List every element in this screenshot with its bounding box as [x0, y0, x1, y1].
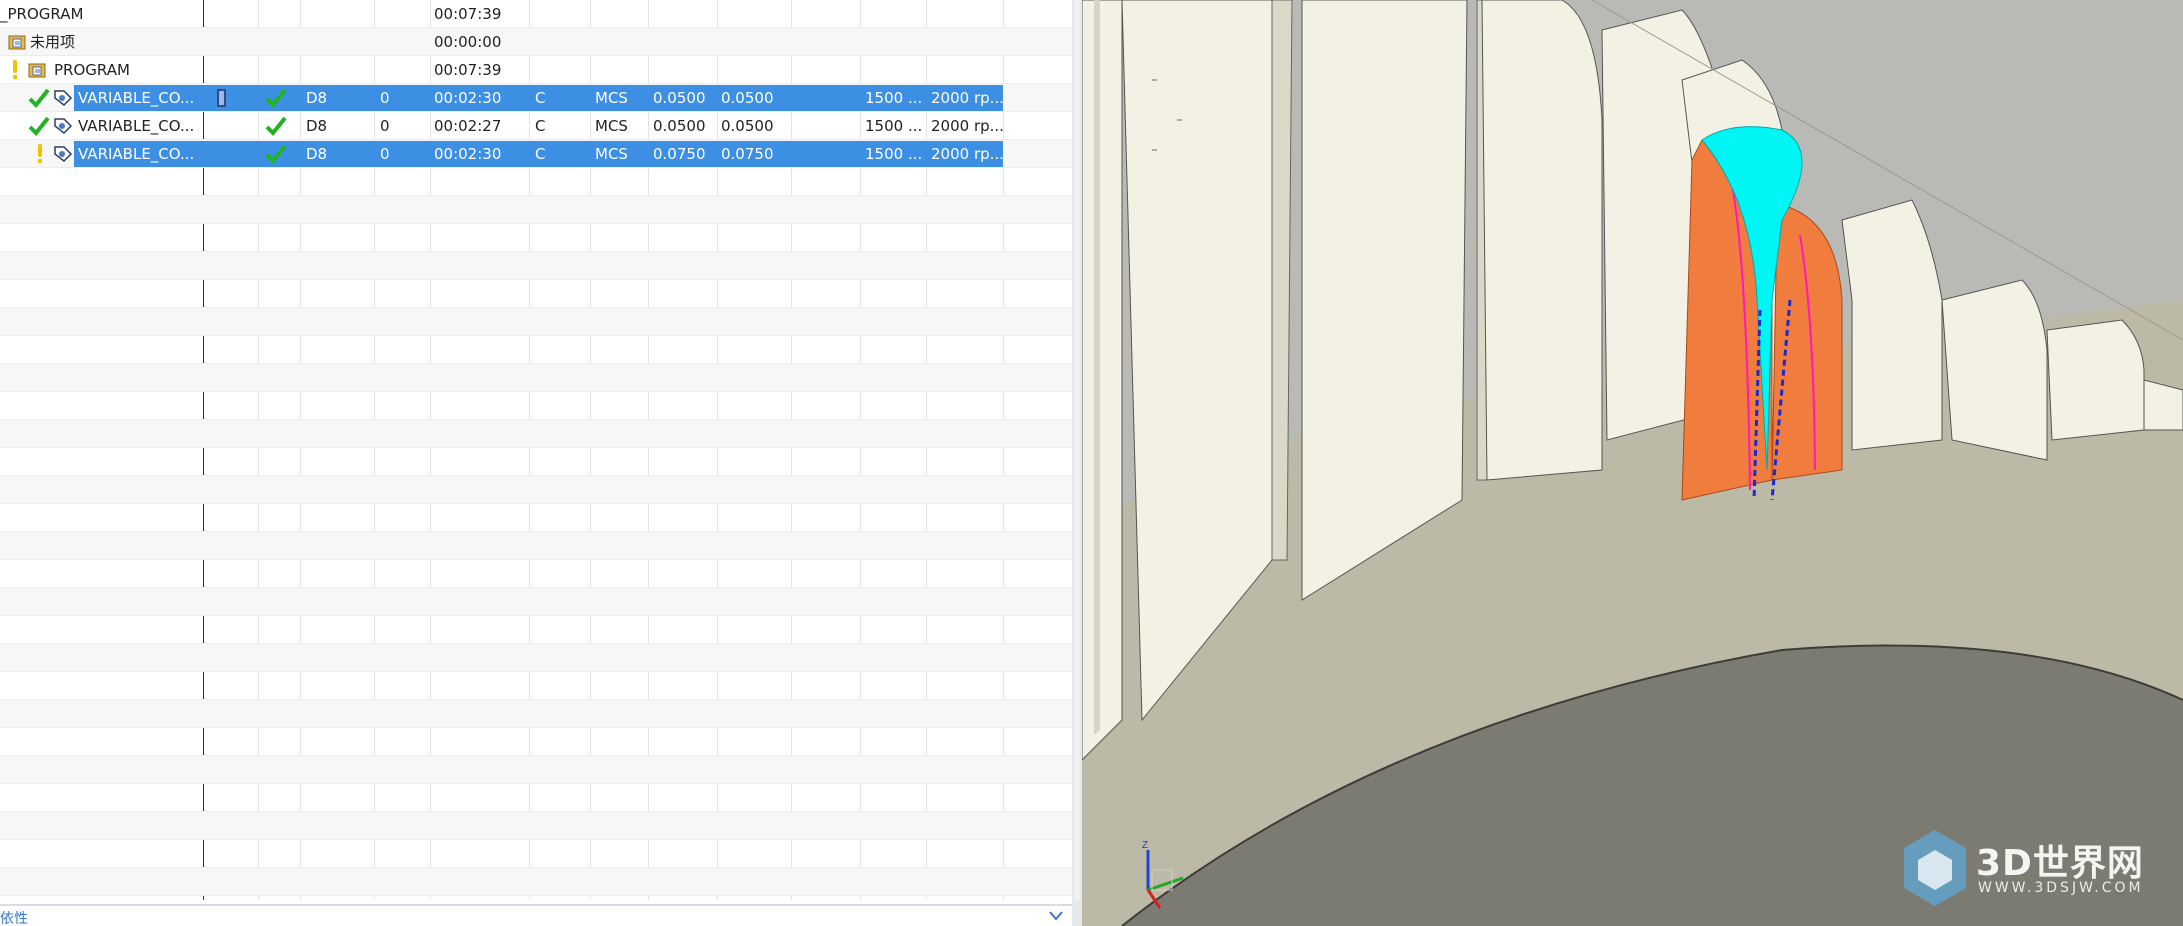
empty-row — [0, 588, 1072, 616]
check-icon — [265, 115, 287, 141]
empty-row — [0, 560, 1072, 588]
row-speed: 2000 rp... — [931, 89, 1004, 107]
tree-row-unused-items[interactable]: 未用项 00:00:00 — [0, 28, 1072, 56]
row-time: 00:02:27 — [434, 117, 502, 135]
row-tool: D8 — [306, 117, 328, 135]
row-stock1: 0.0750 — [653, 145, 706, 163]
empty-row — [0, 168, 1072, 196]
watermark-brand: 3D世界网 — [1976, 843, 2144, 884]
empty-row — [0, 644, 1072, 672]
collapse-chevron-icon[interactable] — [1048, 908, 1064, 926]
tree-row-operation-1[interactable]: VARIABLE_CO... D8 0 00:02:30 C MCS 0.050… — [0, 84, 1072, 112]
row-mcs: MCS — [595, 89, 628, 107]
row-stock2: 0.0500 — [721, 117, 774, 135]
program-group-icon — [8, 33, 28, 55]
empty-row — [0, 448, 1072, 476]
row-feed: 1500 ... — [865, 145, 923, 163]
row-time: 00:07:39 — [434, 5, 502, 23]
row-num: 0 — [380, 89, 390, 107]
empty-row — [0, 756, 1072, 784]
check-icon — [265, 143, 287, 169]
row-name: VARIABLE_CO... — [78, 145, 195, 163]
machine-icon — [216, 88, 228, 112]
empty-row — [0, 532, 1072, 560]
empty-row — [0, 336, 1072, 364]
empty-row — [0, 868, 1072, 896]
row-name: VARIABLE_CO... — [78, 117, 195, 135]
program-group-icon — [28, 61, 48, 83]
panel-label: 依性 — [0, 911, 28, 926]
tree-row-operation-3[interactable]: VARIABLE_CO... D8 0 00:02:30 C MCS 0.075… — [0, 140, 1072, 168]
empty-row — [0, 784, 1072, 812]
graphics-viewport[interactable] — [1082, 0, 2183, 926]
empty-row — [0, 420, 1072, 448]
tree-row-operation-2[interactable]: VARIABLE_CO... D8 0 00:02:27 C MCS 0.050… — [0, 112, 1072, 140]
row-stock1: 0.0500 — [653, 117, 706, 135]
check-icon — [265, 87, 287, 113]
watermark-url: WWW.3DSJW.COM — [1978, 880, 2144, 896]
row-stock2: 0.0750 — [721, 145, 774, 163]
dependencies-panel-header[interactable]: 依性 — [0, 904, 1072, 926]
row-stock1: 0.0500 — [653, 89, 706, 107]
empty-row — [0, 672, 1072, 700]
row-time: 00:00:00 — [434, 33, 502, 51]
row-tool: D8 — [306, 145, 328, 163]
row-mcs: MCS — [595, 145, 628, 163]
warning-icon — [35, 143, 45, 169]
row-num: 0 — [380, 145, 390, 163]
empty-row — [0, 476, 1072, 504]
empty-row — [0, 308, 1072, 336]
empty-row — [0, 224, 1072, 252]
row-feed: 1500 ... — [865, 89, 923, 107]
row-speed: 2000 rp... — [931, 117, 1004, 135]
empty-row — [0, 392, 1072, 420]
empty-row — [0, 504, 1072, 532]
empty-row — [0, 812, 1072, 840]
check-icon — [28, 87, 50, 113]
warning-icon — [10, 59, 20, 85]
empty-row — [0, 196, 1072, 224]
empty-row — [0, 280, 1072, 308]
empty-row — [0, 364, 1072, 392]
impeller-model — [1082, 0, 2183, 926]
axis-triad-icon: Z — [1128, 830, 1198, 914]
check-icon — [28, 115, 50, 141]
row-name: PROGRAM — [54, 61, 130, 79]
row-geometry: C — [535, 145, 546, 163]
row-speed: 2000 rp... — [931, 145, 1004, 163]
row-name: 未用项 — [30, 33, 76, 51]
row-time: 00:07:39 — [434, 61, 502, 79]
row-feed: 1500 ... — [865, 117, 923, 135]
row-num: 0 — [380, 117, 390, 135]
row-mcs: MCS — [595, 117, 628, 135]
operation-navigator: _PROGRAM 00:07:39 未用项 00:00:00 PROGRAM 0… — [0, 0, 1072, 926]
operation-icon — [52, 144, 74, 168]
row-tool: D8 — [306, 89, 328, 107]
svg-text:Z: Z — [1142, 840, 1148, 851]
row-stock2: 0.0500 — [721, 89, 774, 107]
empty-row — [0, 840, 1072, 868]
row-time: 00:02:30 — [434, 89, 502, 107]
tree-row-program[interactable]: PROGRAM 00:07:39 — [0, 56, 1072, 84]
empty-row — [0, 252, 1072, 280]
empty-row — [0, 700, 1072, 728]
empty-row — [0, 728, 1072, 756]
row-name: _PROGRAM — [0, 5, 84, 23]
operation-icon — [52, 88, 74, 112]
row-geometry: C — [535, 117, 546, 135]
watermark-logo: 3D世界网 WWW.3DSJW.COM — [1900, 826, 2183, 926]
vertical-scrollbar[interactable] — [1074, 0, 1080, 900]
empty-row — [0, 616, 1072, 644]
row-time: 00:02:30 — [434, 145, 502, 163]
tree-row-program-root[interactable]: _PROGRAM 00:07:39 — [0, 0, 1072, 28]
row-name: VARIABLE_CO... — [78, 89, 195, 107]
operation-icon — [52, 116, 74, 140]
row-geometry: C — [535, 89, 546, 107]
